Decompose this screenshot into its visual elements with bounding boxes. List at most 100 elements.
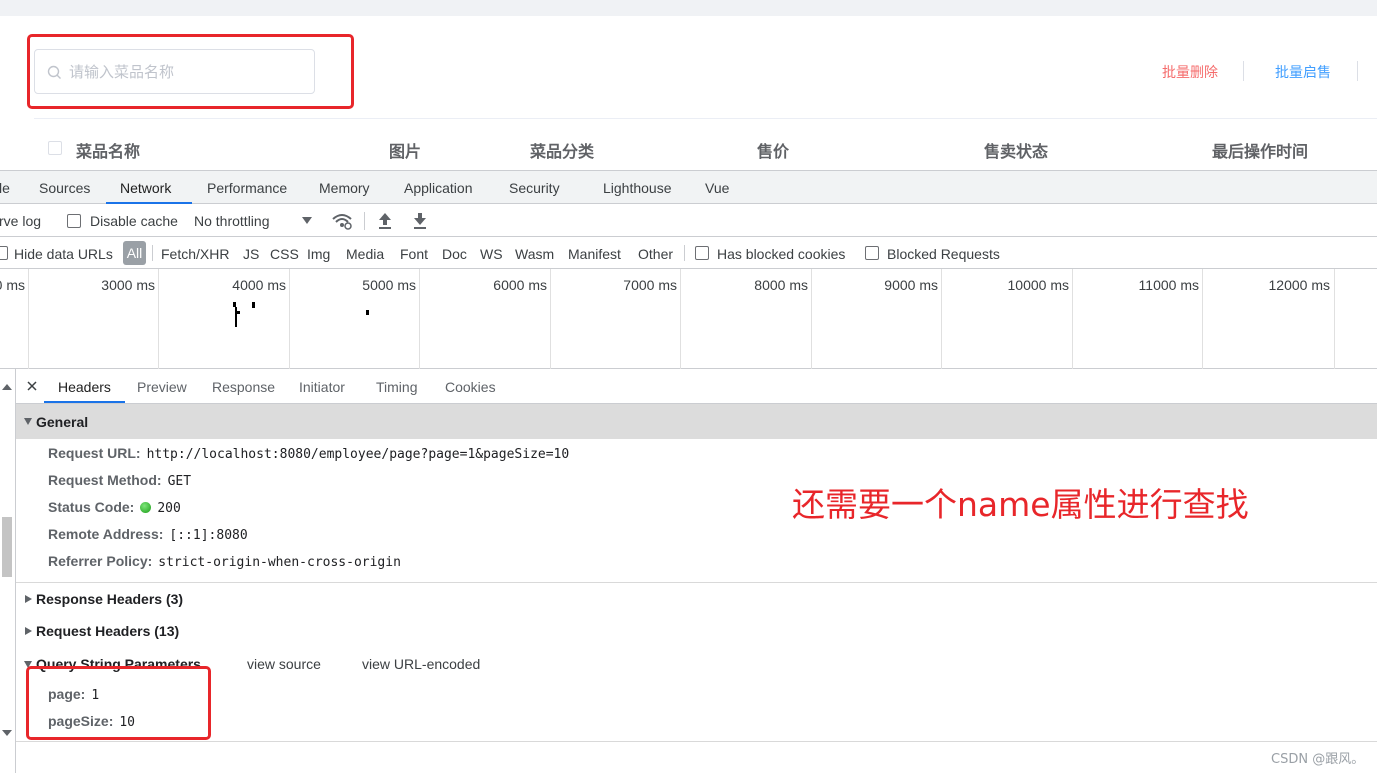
timeline-label: 7000 ms bbox=[623, 277, 677, 293]
column-header-price: 售价 bbox=[757, 142, 790, 161]
network-conditions-icon[interactable] bbox=[331, 212, 353, 230]
filter-font[interactable]: Font bbox=[400, 246, 428, 262]
request-url-value: http://localhost:8080/employee/page?page… bbox=[146, 447, 570, 462]
timeline-gridline bbox=[1334, 269, 1335, 369]
hide-data-urls-label[interactable]: Hide data URLs bbox=[14, 246, 113, 262]
devtools-panel: le Sources Network Performance Memory Ap… bbox=[0, 170, 1377, 773]
tab-network[interactable]: Network bbox=[120, 180, 171, 196]
timeline-gridline bbox=[680, 269, 681, 369]
filter-all-button[interactable]: All bbox=[123, 241, 146, 265]
tab-console[interactable]: le bbox=[0, 180, 10, 196]
request-bar bbox=[252, 302, 255, 308]
tab-initiator[interactable]: Initiator bbox=[299, 379, 345, 395]
filter-ws[interactable]: WS bbox=[480, 246, 503, 262]
tab-vue[interactable]: Vue bbox=[705, 180, 729, 196]
status-code-value: 200 bbox=[157, 501, 181, 516]
select-all-checkbox[interactable] bbox=[48, 141, 62, 155]
scroll-up-icon[interactable] bbox=[2, 383, 12, 391]
hide-data-urls-checkbox[interactable] bbox=[0, 246, 8, 260]
status-ok-icon bbox=[140, 502, 152, 513]
preserve-log-label[interactable]: rve log bbox=[0, 213, 41, 229]
chevron-down-icon[interactable] bbox=[302, 217, 312, 225]
filter-media[interactable]: Media bbox=[346, 246, 384, 262]
web-app-area: 批量删除 批量启售 菜品名称 图片 菜品分类 售价 售卖状态 最后操作时间 bbox=[0, 0, 1377, 170]
blocked-requests-checkbox[interactable] bbox=[865, 246, 879, 260]
status-code-row: Status Code: 200 bbox=[48, 499, 181, 516]
tab-timing[interactable]: Timing bbox=[376, 379, 418, 395]
export-har-icon[interactable] bbox=[412, 212, 428, 229]
status-code-label: Status Code: bbox=[48, 499, 135, 515]
batch-start-sale-button[interactable]: 批量启售 bbox=[1263, 62, 1343, 82]
filter-js[interactable]: JS bbox=[243, 246, 259, 262]
tab-lighthouse[interactable]: Lighthouse bbox=[603, 180, 672, 196]
divider bbox=[1357, 61, 1358, 81]
timeline-gridline bbox=[941, 269, 942, 369]
tab-cookies[interactable]: Cookies bbox=[445, 379, 496, 395]
filter-other[interactable]: Other bbox=[638, 246, 673, 262]
column-header-category: 菜品分类 bbox=[530, 142, 595, 161]
response-headers-section-title[interactable]: Response Headers (3) bbox=[36, 591, 183, 607]
table-header: 菜品名称 图片 菜品分类 售价 售卖状态 最后操作时间 bbox=[34, 118, 1377, 170]
has-blocked-cookies-label[interactable]: Has blocked cookies bbox=[717, 246, 845, 262]
active-detail-tab-indicator bbox=[44, 401, 125, 403]
batch-delete-button[interactable]: 批量删除 bbox=[1150, 62, 1230, 82]
request-bar bbox=[237, 311, 240, 314]
has-blocked-cookies-checkbox[interactable] bbox=[695, 246, 709, 260]
network-toolbar: rve log Disable cache No throttling bbox=[0, 204, 1377, 237]
timeline-label: 12000 ms bbox=[1268, 277, 1330, 293]
view-source-link[interactable]: view source bbox=[247, 656, 321, 672]
collapsed-triangle-icon[interactable] bbox=[25, 595, 32, 603]
column-header-image: 图片 bbox=[389, 142, 422, 161]
referrer-policy-label: Referrer Policy: bbox=[48, 553, 153, 569]
filter-doc[interactable]: Doc bbox=[442, 246, 467, 262]
filter-manifest[interactable]: Manifest bbox=[568, 246, 621, 262]
devtools-tab-bar: le Sources Network Performance Memory Ap… bbox=[0, 170, 1377, 204]
tab-application[interactable]: Application bbox=[404, 180, 473, 196]
timeline-label: 5000 ms bbox=[362, 277, 416, 293]
timeline-gridline bbox=[1072, 269, 1073, 369]
timeline-label: 11000 ms bbox=[1138, 277, 1199, 293]
view-url-encoded-link[interactable]: view URL-encoded bbox=[362, 656, 480, 672]
network-filter-bar: Hide data URLs All Fetch/XHR JS CSS Img … bbox=[0, 237, 1377, 269]
general-section-header[interactable]: General bbox=[16, 404, 1377, 439]
column-header-sale-status: 售卖状态 bbox=[984, 142, 1049, 161]
general-section-title: General bbox=[36, 414, 89, 430]
blocked-requests-label[interactable]: Blocked Requests bbox=[887, 246, 1000, 262]
throttling-select[interactable]: No throttling bbox=[194, 213, 269, 229]
tab-preview[interactable]: Preview bbox=[137, 379, 187, 395]
timeline-gridline bbox=[419, 269, 420, 369]
collapsed-triangle-icon[interactable] bbox=[25, 627, 32, 635]
import-har-icon[interactable] bbox=[377, 212, 393, 229]
tab-headers[interactable]: Headers bbox=[58, 379, 111, 395]
request-headers-section-title[interactable]: Request Headers (13) bbox=[36, 623, 179, 639]
request-list-collapsed bbox=[0, 369, 16, 773]
scrollbar-thumb[interactable] bbox=[2, 517, 12, 577]
section-divider bbox=[16, 741, 1377, 742]
disable-cache-label[interactable]: Disable cache bbox=[90, 213, 178, 229]
request-bar bbox=[366, 310, 369, 315]
tab-memory[interactable]: Memory bbox=[319, 180, 370, 196]
timeline-label: 9000 ms bbox=[884, 277, 938, 293]
tab-performance[interactable]: Performance bbox=[207, 180, 287, 196]
close-icon[interactable] bbox=[27, 381, 37, 391]
timeline-gridline bbox=[289, 269, 290, 369]
timeline-gridline bbox=[158, 269, 159, 369]
timeline-gridline bbox=[811, 269, 812, 369]
tab-security[interactable]: Security bbox=[509, 180, 560, 196]
filter-css[interactable]: CSS bbox=[270, 246, 299, 262]
disable-cache-checkbox[interactable] bbox=[67, 214, 81, 228]
network-timeline-overview[interactable]: 0 ms 3000 ms 4000 ms 5000 ms 6000 ms 700… bbox=[0, 269, 1377, 369]
highlight-box-query-params bbox=[26, 666, 211, 740]
tab-sources[interactable]: Sources bbox=[39, 180, 90, 196]
toolbar-divider bbox=[364, 212, 365, 230]
tab-response[interactable]: Response bbox=[212, 379, 275, 395]
filter-fetch-xhr[interactable]: Fetch/XHR bbox=[161, 246, 229, 262]
timeline-label: 4000 ms bbox=[232, 277, 286, 293]
section-divider bbox=[16, 582, 1377, 583]
request-method-label: Request Method: bbox=[48, 472, 162, 488]
request-method-value: GET bbox=[167, 474, 192, 489]
scroll-down-icon[interactable] bbox=[2, 729, 12, 737]
filter-img[interactable]: Img bbox=[307, 246, 330, 262]
highlight-box-search bbox=[27, 34, 354, 109]
filter-wasm[interactable]: Wasm bbox=[515, 246, 554, 262]
